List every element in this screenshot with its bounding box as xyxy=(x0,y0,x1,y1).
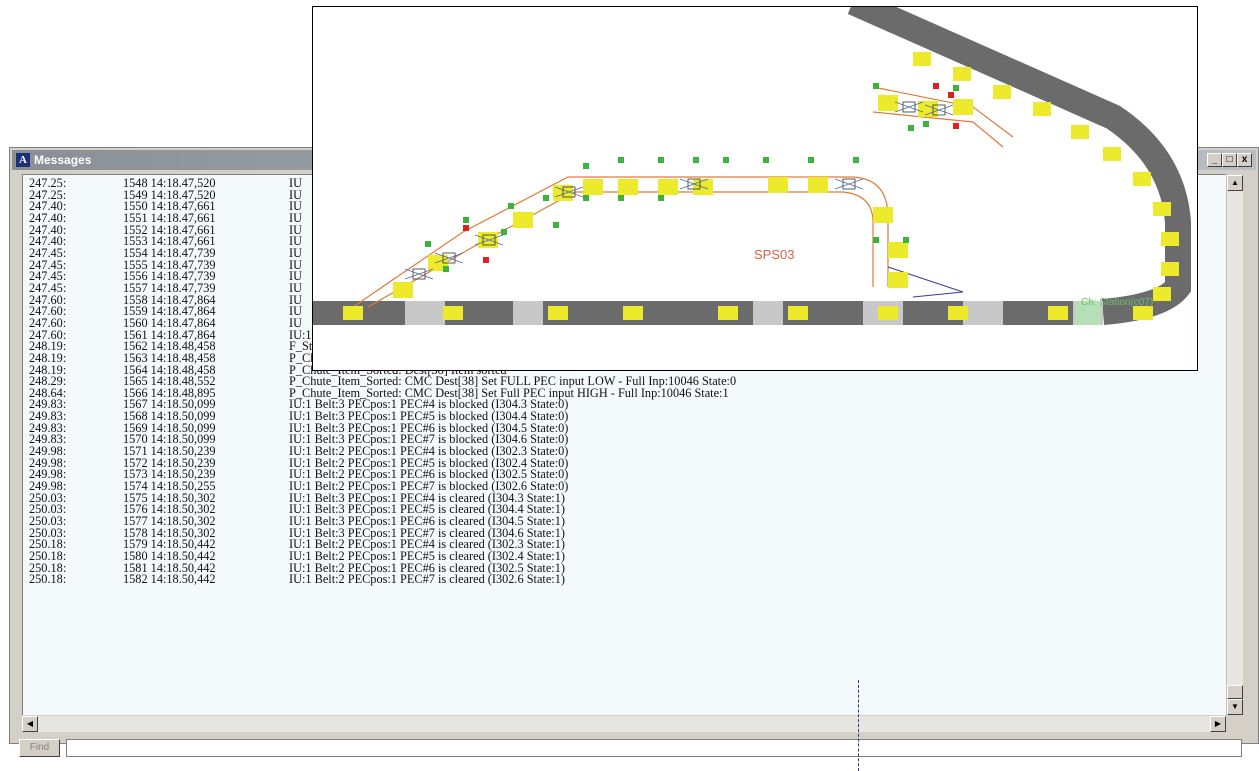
alarm-sensor-icon xyxy=(953,123,959,129)
conveyor-segment xyxy=(753,301,783,325)
alarm-sensor-icon xyxy=(463,225,469,231)
close-button[interactable]: x xyxy=(1237,153,1252,167)
carrier-icon xyxy=(768,177,788,193)
carrier-icon xyxy=(1153,202,1171,216)
main-loop-conveyor xyxy=(847,7,1191,325)
carrier-icon xyxy=(718,306,738,320)
find-input[interactable] xyxy=(66,739,1242,757)
upper-branch-outline xyxy=(872,86,1014,138)
sensor-icon xyxy=(543,195,549,201)
carrier-icon xyxy=(1161,232,1179,246)
scroll-thumb[interactable] xyxy=(1227,685,1243,699)
carrier-icon xyxy=(1133,306,1153,320)
sensor-icon xyxy=(501,229,507,235)
carrier-icon xyxy=(888,242,908,258)
carrier-icon xyxy=(1161,262,1179,276)
carrier-icon xyxy=(513,212,533,228)
scroll-down-icon[interactable]: ▼ xyxy=(1227,699,1243,715)
carrier-icon xyxy=(343,306,363,320)
conveyor-segment xyxy=(405,301,445,325)
alarm-sensor-icon xyxy=(483,257,489,263)
sensor-icon xyxy=(953,85,959,91)
sorter-schematic: SPS03 Ch: Station(c07) xyxy=(312,6,1198,371)
log-time: 250.18: xyxy=(29,572,67,587)
horizontal-scrollbar[interactable]: ◀ ▶ xyxy=(22,716,1242,732)
carrier-icon xyxy=(618,179,638,195)
carrier-icon xyxy=(918,101,938,117)
carrier-icon xyxy=(878,306,898,320)
schematic-canvas: SPS03 Ch: Station(c07) xyxy=(313,7,1191,325)
scroll-left-icon[interactable]: ◀ xyxy=(22,716,38,732)
sensor-icon xyxy=(463,217,469,223)
carrier-icon xyxy=(1133,172,1151,186)
find-button[interactable]: Find xyxy=(19,739,60,757)
carrier-icon xyxy=(953,67,971,81)
carrier-icon xyxy=(1071,125,1089,139)
conveyor-segment xyxy=(963,301,1003,325)
upper-branch-outline-inner xyxy=(872,111,1004,148)
carrier-icon xyxy=(788,306,808,320)
sensor-icon xyxy=(508,203,514,209)
sensor-icon xyxy=(908,125,914,131)
carrier-icon xyxy=(1033,102,1051,116)
conveyor-segment xyxy=(513,301,543,325)
carrier-icon xyxy=(1103,147,1121,161)
sensor-icon xyxy=(443,266,449,272)
sensor-icon xyxy=(873,237,879,243)
dashed-guide-line xyxy=(858,680,859,771)
sensor-icon xyxy=(658,195,664,201)
sensor-icon xyxy=(853,157,859,163)
carrier-icon xyxy=(953,99,973,115)
diverter-arrow-icon xyxy=(834,178,864,190)
carrier-icon xyxy=(1153,287,1171,301)
log-id: 1582 14:18.50,442 xyxy=(123,572,216,587)
sensor-icon xyxy=(903,237,909,243)
schematic-label: SPS03 xyxy=(754,247,794,262)
sensor-icon xyxy=(763,157,769,163)
sensor-icon xyxy=(923,121,929,127)
maximize-button[interactable]: □ xyxy=(1222,153,1237,167)
carrier-icon xyxy=(948,306,968,320)
carrier-icon xyxy=(1048,306,1068,320)
carrier-icon xyxy=(888,272,908,288)
alarm-sensor-icon xyxy=(948,92,954,98)
resize-grip-icon[interactable] xyxy=(1226,716,1242,732)
carrier-icon xyxy=(913,52,931,66)
carrier-icon xyxy=(808,177,828,193)
carrier-icon xyxy=(623,306,643,320)
sensor-icon xyxy=(425,241,431,247)
sensor-icon xyxy=(723,157,729,163)
scroll-right-icon[interactable]: ▶ xyxy=(1210,716,1226,732)
scroll-up-icon[interactable]: ▲ xyxy=(1227,175,1243,191)
vertical-scrollbar[interactable]: ▲ ▼ xyxy=(1226,175,1243,715)
carrier-icon xyxy=(993,85,1011,99)
sensor-icon xyxy=(553,222,559,228)
sensor-icon xyxy=(873,83,879,89)
sensor-icon xyxy=(618,195,624,201)
sensor-icon xyxy=(583,163,589,169)
carrier-icon xyxy=(658,179,678,195)
sensor-icon xyxy=(808,157,814,163)
sorter-outline-inner xyxy=(367,191,874,308)
carrier-icon xyxy=(548,306,568,320)
sensor-icon xyxy=(693,157,699,163)
sensor-icon xyxy=(583,195,589,201)
alarm-sensor-icon xyxy=(933,83,939,89)
app-icon: A xyxy=(16,153,30,167)
sensor-icon xyxy=(658,157,664,163)
station-label: Ch: Station(c07) xyxy=(1081,297,1153,308)
carrier-icon xyxy=(583,179,603,195)
carrier-icon xyxy=(873,207,893,223)
carrier-icon xyxy=(393,282,413,298)
window-title: Messages xyxy=(34,153,92,167)
log-msg: IU:1 Belt:2 PECpos:1 PEC#7 is cleared (I… xyxy=(289,572,565,587)
log-line: 250.18: 1582 14:18.50,442 IU:1 Belt:2 PECp… xyxy=(29,572,758,587)
carrier-icon xyxy=(878,95,898,111)
minimize-button[interactable]: _ xyxy=(1207,153,1222,167)
sensor-icon xyxy=(618,157,624,163)
carrier-icon xyxy=(443,306,463,320)
